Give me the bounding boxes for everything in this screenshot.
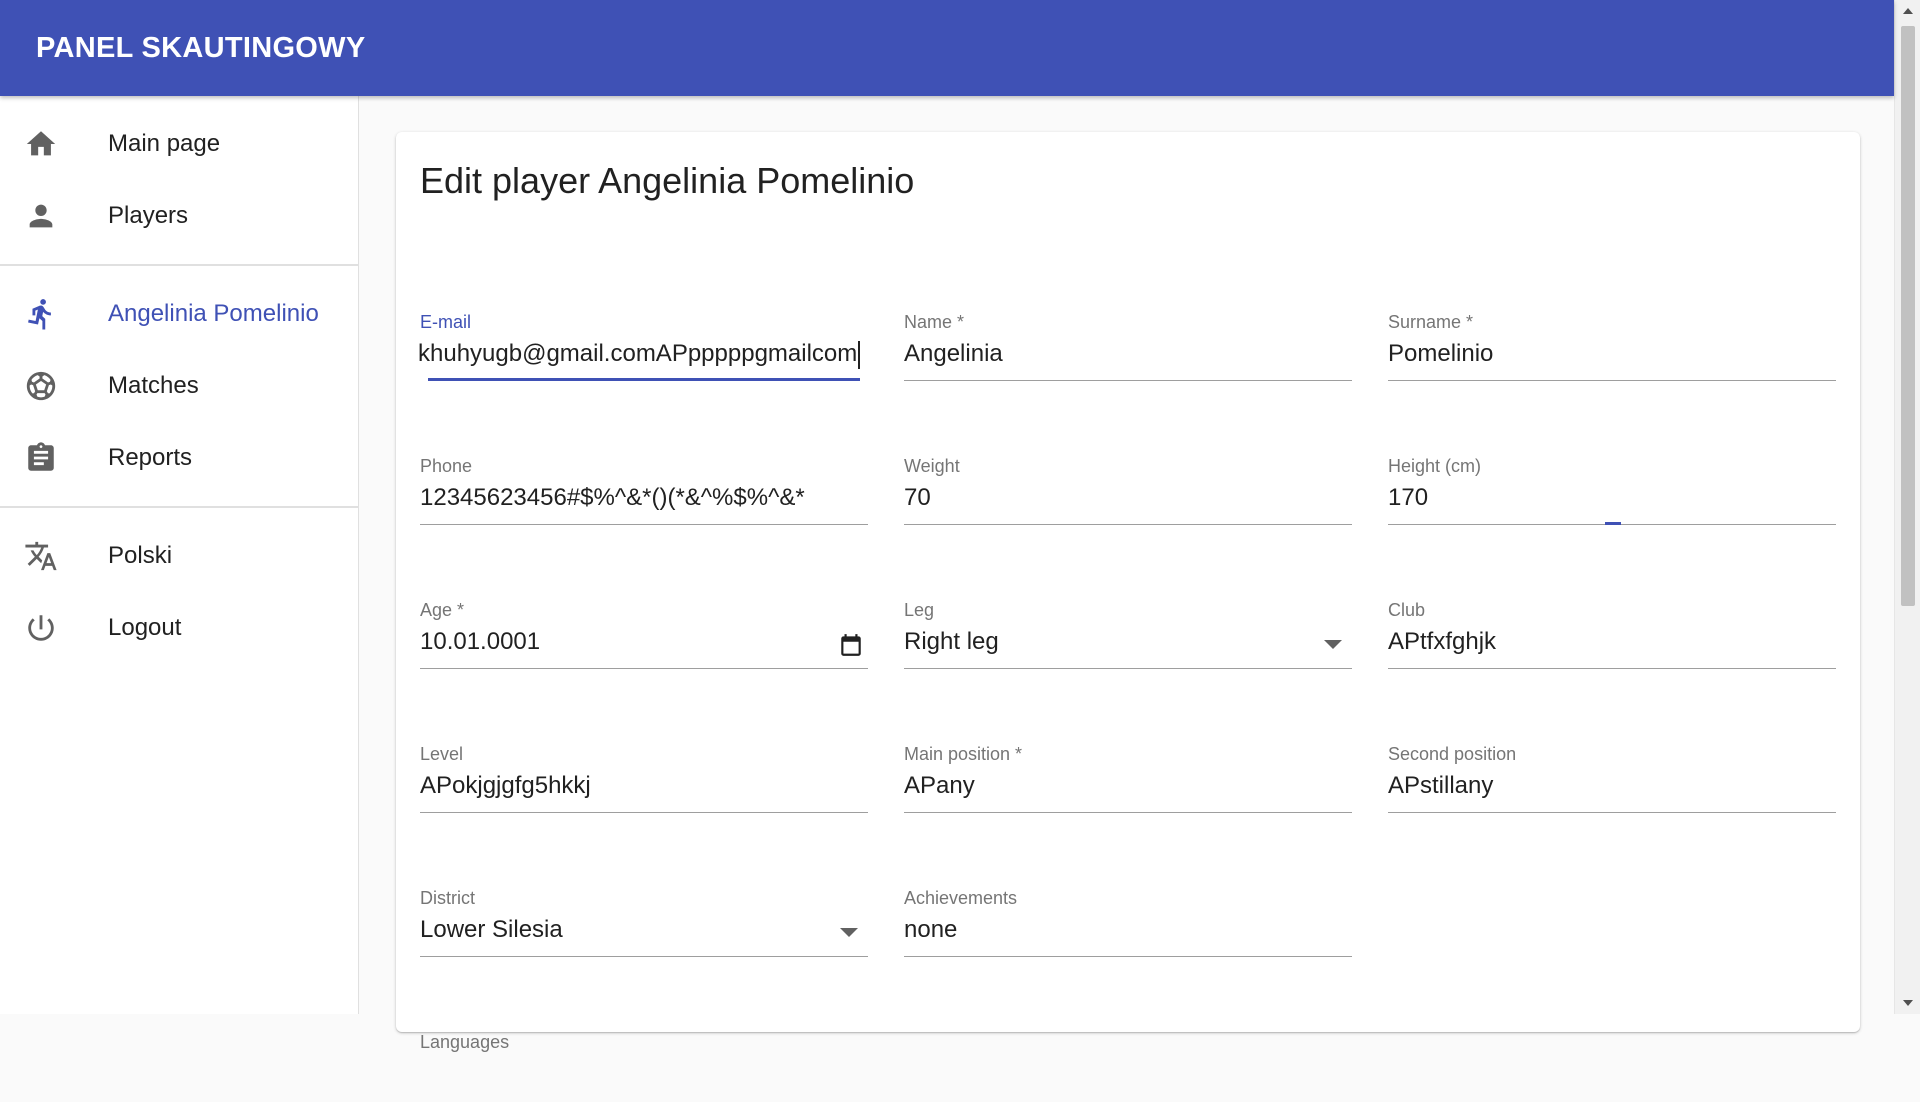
club-input[interactable]: APtfxfghjk [1388, 628, 1836, 664]
languages-field[interactable]: Languages [420, 1032, 868, 1102]
dropdown-arrow-icon[interactable] [840, 928, 858, 937]
second-position-label: Second position [1388, 744, 1517, 764]
district-value[interactable]: Lower Silesia [420, 916, 868, 952]
main-position-underline [904, 812, 1352, 813]
edit-player-card: Edit player Angelinia Pomelinio E-mail k… [396, 132, 1860, 1052]
phone-input[interactable]: 12345623456#$%^&*()(*&^%$%^&* [420, 484, 868, 520]
languages-label: Languages [420, 1032, 510, 1052]
phone-field[interactable]: Phone 12345623456#$%^&*()(*&^%$%^&* [420, 456, 868, 526]
main-position-input[interactable]: APany [904, 772, 1352, 808]
achievements-label: Achievements [904, 888, 1018, 908]
calendar-icon[interactable] [838, 632, 864, 658]
weight-input[interactable]: 70 [904, 484, 1352, 520]
sidebar: Main page Players Angelinia Pomelinio Ma… [0, 96, 359, 1014]
running-icon [24, 297, 58, 331]
main-content: Edit player Angelinia Pomelinio E-mail k… [360, 96, 1894, 1052]
age-underline [420, 668, 868, 669]
second-position-underline [1388, 812, 1836, 813]
club-label: Club [1388, 600, 1426, 620]
person-icon [24, 199, 58, 233]
page-title: Edit player Angelinia Pomelinio [420, 160, 915, 201]
achievements-input[interactable]: none [904, 916, 1352, 952]
level-label: Level [420, 744, 464, 764]
nav-group-settings: Polski Logout [0, 508, 358, 676]
age-label: Age * [420, 600, 465, 620]
age-field[interactable]: Age * 10.01.0001 [420, 600, 868, 670]
sidebar-item-label: Logout [108, 614, 182, 641]
level-field[interactable]: Level APokjgjgfg5hkkj [420, 744, 868, 814]
surname-label: Surname * [1388, 312, 1474, 332]
sidebar-item-label: Matches [108, 372, 199, 399]
leg-select[interactable]: Leg Right leg [904, 600, 1352, 670]
height-label: Height (cm) [1388, 456, 1482, 476]
name-label: Name * [904, 312, 965, 332]
power-icon [24, 611, 58, 645]
nav-group-main: Main page Players [0, 96, 358, 264]
sidebar-item-logout[interactable]: Logout [0, 592, 358, 664]
email-input[interactable]: khuhyugb@gmail.comAPpppppgmailcom [418, 340, 866, 376]
page-scrollbar[interactable] [1894, 0, 1920, 1014]
level-input[interactable]: APokjgjgfg5hkkj [420, 772, 868, 808]
weight-underline [904, 524, 1352, 525]
weight-label: Weight [904, 456, 960, 476]
sidebar-item-language[interactable]: Polski [0, 520, 358, 592]
sidebar-item-label: Reports [108, 444, 193, 471]
height-input[interactable]: 170 [1388, 484, 1836, 520]
app-title: PANEL SKAUTINGOWY [36, 31, 366, 64]
sidebar-item-players[interactable]: Players [0, 180, 358, 252]
district-label: District [420, 888, 475, 908]
district-underline [420, 956, 868, 957]
sidebar-item-current-player[interactable]: Angelinia Pomelinio [0, 278, 358, 350]
leg-underline [904, 668, 1352, 669]
dropdown-arrow-icon[interactable] [1324, 640, 1342, 649]
sidebar-item-label: Players [108, 202, 189, 229]
surname-field[interactable]: Surname * Pomelinio [1388, 312, 1836, 382]
email-field[interactable]: E-mail khuhyugb@gmail.comAPpppppgmailcom [418, 312, 868, 382]
translate-icon [24, 539, 58, 573]
name-input[interactable]: Angelinia [904, 340, 1352, 376]
clipboard-icon [24, 441, 58, 475]
sidebar-item-label: Polski [108, 542, 173, 569]
club-underline [1388, 668, 1836, 669]
sidebar-item-label: Angelinia Pomelinio [108, 300, 319, 327]
email-label: E-mail [420, 312, 472, 332]
phone-underline [420, 524, 868, 525]
age-input[interactable]: 10.01.0001 [420, 628, 868, 664]
district-select[interactable]: District Lower Silesia [420, 888, 868, 958]
email-underline [428, 378, 860, 381]
scroll-down-arrow-icon[interactable] [1903, 1000, 1913, 1006]
scrollbar-thumb[interactable] [1901, 26, 1915, 606]
app-bar: PANEL SKAUTINGOWY [0, 0, 1894, 96]
email-value: khuhyugb@gmail.comAPpppppgmailcom [418, 340, 858, 367]
surname-input[interactable]: Pomelinio [1388, 340, 1836, 376]
name-underline [904, 380, 1352, 381]
scroll-up-arrow-icon[interactable] [1903, 8, 1913, 14]
phone-label: Phone [420, 456, 473, 476]
second-position-input[interactable]: APstillany [1388, 772, 1836, 808]
surname-underline [1388, 380, 1836, 381]
soccer-ball-icon [24, 369, 58, 403]
home-icon [24, 127, 58, 161]
club-field[interactable]: Club APtfxfghjk [1388, 600, 1836, 670]
level-underline [420, 812, 868, 813]
leg-value[interactable]: Right leg [904, 628, 1352, 664]
nav-group-player: Angelinia Pomelinio Matches Reports [0, 266, 358, 506]
second-position-field[interactable]: Second position APstillany [1388, 744, 1836, 814]
sidebar-item-main-page[interactable]: Main page [0, 108, 358, 180]
name-field[interactable]: Name * Angelinia [904, 312, 1352, 382]
text-caret [858, 340, 861, 369]
achievements-underline [904, 956, 1352, 957]
sidebar-item-reports[interactable]: Reports [0, 422, 358, 494]
main-position-label: Main position * [904, 744, 1023, 764]
main-position-field[interactable]: Main position * APany [904, 744, 1352, 814]
leg-label: Leg [904, 600, 935, 620]
weight-field[interactable]: Weight 70 [904, 456, 1352, 526]
achievements-field[interactable]: Achievements none [904, 888, 1352, 958]
height-ripple-mark [1605, 522, 1621, 525]
height-field[interactable]: Height (cm) 170 [1388, 456, 1836, 526]
sidebar-item-matches[interactable]: Matches [0, 350, 358, 422]
sidebar-item-label: Main page [108, 130, 221, 157]
